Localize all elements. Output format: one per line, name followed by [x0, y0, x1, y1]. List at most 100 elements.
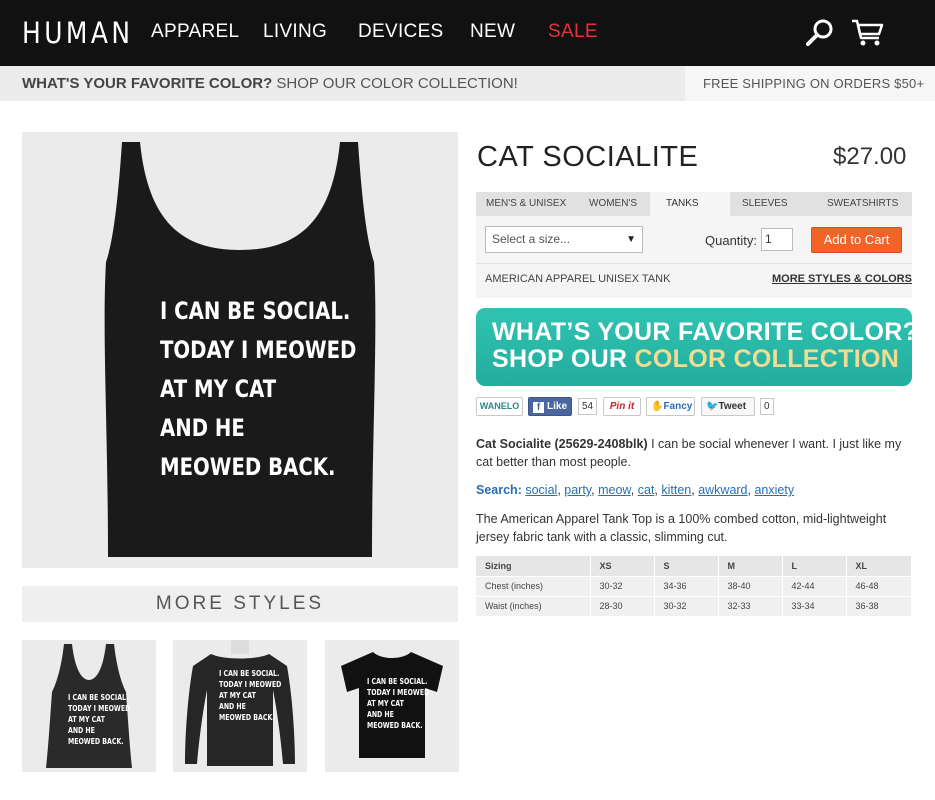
- tag-link-party[interactable]: party: [564, 483, 591, 497]
- shirt-line: I CAN BE SOCIAL.: [160, 297, 351, 325]
- banner-highlight-text: COLOR COLLECTION: [634, 345, 900, 373]
- fancy-icon: ✋: [651, 401, 664, 412]
- product-image[interactable]: I CAN BE SOCIAL. TODAY I MEOWED AT MY CA…: [22, 132, 458, 568]
- shirt-line: MEOWED BACK.: [160, 453, 336, 481]
- table-header: M: [718, 556, 783, 577]
- fancy-button[interactable]: ✋Fancy: [646, 397, 695, 416]
- banner-shop-text: SHOP OUR: [492, 345, 635, 373]
- shirt-line: TODAY I MEOWED: [219, 680, 282, 689]
- tag-link-anxiety[interactable]: anxiety: [754, 483, 794, 497]
- shirt-line: TODAY I MEOWED: [160, 336, 357, 364]
- shirt-line: AND HE: [160, 414, 245, 442]
- table-header: Sizing: [476, 556, 591, 577]
- quantity-input[interactable]: 1: [761, 228, 793, 251]
- quantity-label: Quantity:: [705, 233, 758, 248]
- search-tags: Search: social, party, meow, cat, kitten…: [476, 483, 795, 497]
- shipping-bar: FREE SHIPPING ON ORDERS $50+: [685, 66, 935, 101]
- facebook-like-button[interactable]: f Like: [528, 397, 572, 416]
- add-to-cart-button[interactable]: Add to Cart: [811, 227, 902, 253]
- tweet-label: Tweet: [718, 401, 747, 412]
- fabric-description: The American Apparel Tank Top is a 100% …: [476, 512, 887, 544]
- tag-link-cat[interactable]: cat: [638, 483, 655, 497]
- more-styles-header: MORE STYLES: [22, 586, 458, 622]
- size-select-placeholder: Select a size...: [492, 232, 571, 246]
- thumbnail-print-text: I CAN BE SOCIAL. TODAY I MEOWED AT MY CA…: [367, 676, 429, 731]
- tab-sleeves[interactable]: SLEEVES: [742, 192, 788, 216]
- more-styles-colors-link[interactable]: MORE STYLES & COLORS: [772, 273, 912, 285]
- style-tabs: MEN'S & UNISEX WOMEN'S TANKS SLEEVES SWE…: [476, 192, 912, 216]
- shirt-line: TODAY I MEOWED: [367, 688, 430, 697]
- nav-apparel[interactable]: APPAREL: [151, 20, 239, 44]
- table-row: Waist (inches) 28-30 30-32 32-33 33-34 3…: [476, 596, 912, 617]
- tag-link-awkward[interactable]: awkward: [698, 483, 747, 497]
- thumbnail-print-text: I CAN BE SOCIAL. TODAY I MEOWED AT MY CA…: [68, 692, 130, 747]
- purchase-panel: Select a size... ▼ Quantity: 1 Add to Ca…: [476, 216, 912, 298]
- tag-link-meow[interactable]: meow: [598, 483, 631, 497]
- table-cell: 30-32: [590, 576, 655, 597]
- shirt-line: I CAN BE SOCIAL.: [68, 693, 129, 702]
- table-header: XS: [590, 556, 655, 577]
- tag-link-kitten[interactable]: kitten: [661, 483, 691, 497]
- style-thumbnail-racerback[interactable]: I CAN BE SOCIAL. TODAY I MEOWED AT MY CA…: [22, 640, 156, 772]
- style-thumbnail-longsleeve[interactable]: I CAN BE SOCIAL. TODAY I MEOWED AT MY CA…: [173, 640, 307, 772]
- pinterest-button[interactable]: Pin it: [603, 397, 641, 416]
- shirt-line: I CAN BE SOCIAL.: [219, 669, 280, 678]
- table-row-label: Chest (inches): [476, 576, 591, 597]
- table-cell: 38-40: [718, 576, 783, 597]
- product-price: $27.00: [833, 143, 907, 170]
- table-cell: 42-44: [782, 576, 847, 597]
- table-cell: 36-38: [846, 596, 912, 617]
- promo-question: WHAT'S YOUR FAVORITE COLOR?: [22, 75, 273, 92]
- table-cell: 28-30: [590, 596, 655, 617]
- product-description: Cat Socialite (25629-2408blk) I can be s…: [476, 435, 916, 471]
- shirt-line: MEOWED BACK.: [219, 713, 275, 722]
- cart-icon[interactable]: [851, 18, 885, 48]
- tweet-count: 0: [760, 398, 774, 415]
- table-cell: 46-48: [846, 576, 912, 597]
- shirt-line: AT MY CAT: [367, 699, 404, 708]
- size-select[interactable]: Select a size... ▼: [485, 226, 643, 253]
- wanelo-button[interactable]: WANELO: [476, 397, 523, 416]
- product-name-sku: Cat Socialite (25629-2408blk): [476, 437, 648, 451]
- tab-sweatshirts[interactable]: SWEATSHIRTS: [827, 192, 898, 216]
- promo-shop-link[interactable]: SHOP OUR COLOR COLLECTION!: [272, 75, 517, 92]
- tab-mens-unisex[interactable]: MEN'S & UNISEX: [486, 192, 566, 216]
- banner-line-1: WHAT’S YOUR FAVORITE COLOR?: [492, 318, 919, 346]
- style-thumbnail-tshirt[interactable]: I CAN BE SOCIAL. TODAY I MEOWED AT MY CA…: [325, 640, 459, 772]
- promo-bar[interactable]: WHAT'S YOUR FAVORITE COLOR? SHOP OUR COL…: [0, 66, 685, 101]
- facebook-icon: f: [533, 402, 544, 413]
- nav-devices[interactable]: DEVICES: [358, 20, 444, 44]
- table-header: S: [654, 556, 719, 577]
- color-collection-banner[interactable]: WHAT’S YOUR FAVORITE COLOR? SHOP OUR COL…: [476, 308, 918, 386]
- search-label: Search:: [476, 483, 522, 497]
- like-count: 54: [578, 398, 598, 415]
- table-header: L: [782, 556, 847, 577]
- search-icon[interactable]: [805, 17, 835, 47]
- dropdown-arrow-icon: ▼: [626, 234, 636, 245]
- tab-tanks[interactable]: TANKS: [650, 192, 730, 216]
- divider: [476, 263, 912, 264]
- more-styles-title: MORE STYLES: [155, 593, 325, 614]
- shirt-line: AT MY CAT: [160, 375, 277, 403]
- product-title: CAT SOCIALITE: [477, 141, 699, 173]
- shirt-line: MEOWED BACK.: [68, 737, 124, 746]
- nav-new[interactable]: NEW: [470, 20, 515, 44]
- fancy-label: Fancy: [663, 401, 693, 412]
- tag-link-social[interactable]: social: [525, 483, 557, 497]
- table-cell: 32-33: [718, 596, 783, 617]
- table-cell: 34-36: [654, 576, 719, 597]
- site-logo[interactable]: HUMAN: [22, 17, 133, 49]
- thumbnail-print-text: I CAN BE SOCIAL. TODAY I MEOWED AT MY CA…: [219, 668, 281, 723]
- shirt-print-text: I CAN BE SOCIAL. TODAY I MEOWED AT MY CA…: [160, 292, 356, 487]
- tab-womens[interactable]: WOMEN'S: [589, 192, 637, 216]
- shirt-line: AT MY CAT: [68, 715, 105, 724]
- table-header-row: Sizing XS S M L XL: [476, 556, 912, 577]
- tweet-button[interactable]: 🐦Tweet: [701, 397, 755, 416]
- shirt-line: AND HE: [367, 710, 394, 719]
- nav-living[interactable]: LIVING: [263, 20, 327, 44]
- top-navigation: HUMAN APPAREL LIVING DEVICES NEW SALE: [0, 0, 935, 66]
- shirt-line: AND HE: [68, 726, 95, 735]
- nav-sale[interactable]: SALE: [548, 20, 598, 44]
- variant-name: AMERICAN APPAREL UNISEX TANK: [485, 273, 671, 285]
- table-cell: 30-32: [654, 596, 719, 617]
